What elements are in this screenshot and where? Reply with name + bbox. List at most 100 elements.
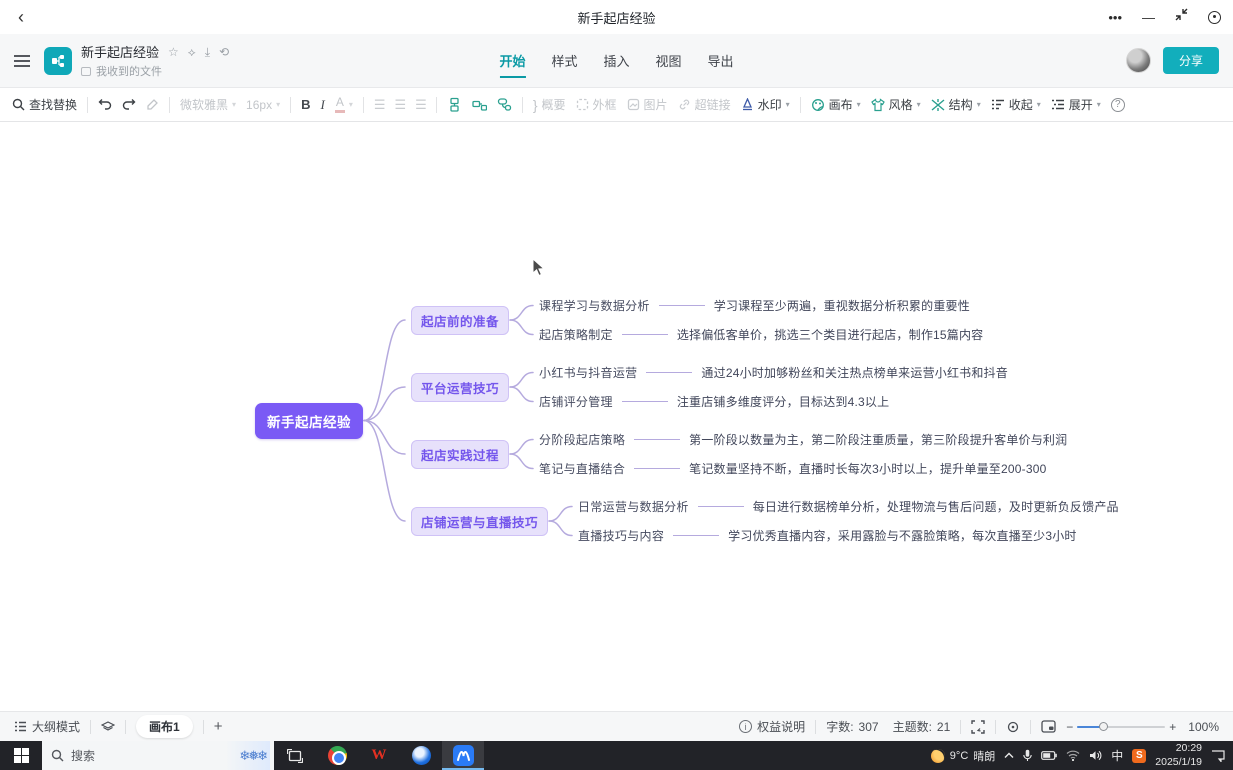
- mindmap-child-row: 店铺评分管理 注重店铺多维度评分，目标达到4.3以上: [539, 387, 1008, 416]
- more-menu-icon[interactable]: •••: [1108, 11, 1122, 24]
- locate-center-icon[interactable]: [1006, 720, 1020, 734]
- subtopic-label[interactable]: 分阶段起店策略: [539, 431, 625, 448]
- zoom-slider-thumb[interactable]: [1099, 722, 1108, 731]
- canvas-settings-button[interactable]: 画布▾: [811, 96, 861, 113]
- subtopic-detail[interactable]: 笔记数量坚持不断，直播时长每次3小时以上，提升单量至200-300: [689, 460, 1046, 477]
- user-avatar[interactable]: [1126, 48, 1151, 73]
- subtopic-label[interactable]: 起店策略制定: [539, 326, 613, 343]
- summary-button[interactable]: }概要: [533, 96, 566, 113]
- zoom-slider[interactable]: [1077, 726, 1165, 728]
- structure-button[interactable]: 结构▾: [931, 96, 981, 113]
- find-replace-button[interactable]: 查找替换: [12, 96, 77, 113]
- undo-button[interactable]: [98, 98, 112, 111]
- mindmap-canvas[interactable]: 新手起店经验 起店前的准备 课程学习与数据分析 学习课程至少两遍，重视数据分析积累的重…: [0, 122, 1233, 711]
- insert-topic-icon[interactable]: [447, 97, 462, 112]
- tab-export[interactable]: 导出: [708, 51, 734, 78]
- add-canvas-button[interactable]: +: [214, 718, 223, 735]
- subtopic-detail[interactable]: 学习优秀直播内容，采用露脸与不露脸策略，每次直播至少3小时: [728, 527, 1076, 544]
- subtopic-detail[interactable]: 每日进行数据榜单分析，处理物流与售后问题，及时更新负反馈产品: [753, 498, 1119, 515]
- battery-icon[interactable]: [1041, 751, 1057, 760]
- document-title[interactable]: 新手起店经验: [81, 42, 159, 61]
- share-button[interactable]: 分享: [1163, 47, 1219, 74]
- history-icon[interactable]: ⟲: [219, 46, 229, 58]
- insert-sibling-icon[interactable]: [497, 97, 512, 112]
- tab-view[interactable]: 视图: [656, 51, 682, 78]
- insert-subtopic-icon[interactable]: [472, 97, 487, 112]
- tray-weather[interactable]: 9°C 晴朗: [931, 748, 995, 764]
- taskbar-mindmap-app-icon[interactable]: [442, 741, 484, 770]
- canvas-tab-1[interactable]: 画布1: [136, 715, 193, 738]
- font-size-select[interactable]: 16px▾: [246, 98, 280, 112]
- subtopic-label[interactable]: 日常运营与数据分析: [578, 498, 689, 515]
- tag-icon[interactable]: ⟡: [188, 46, 196, 58]
- wifi-icon[interactable]: [1066, 750, 1080, 761]
- frame-button[interactable]: 外框: [576, 96, 617, 113]
- subtopic-label[interactable]: 直播技巧与内容: [578, 527, 664, 544]
- expand-nodes-button[interactable]: 展开▾: [1051, 96, 1101, 113]
- action-center-icon[interactable]: [1211, 750, 1225, 762]
- subtopic-detail[interactable]: 第一阶段以数量为主，第二阶段注重质量，第三阶段提升客单价与利润: [689, 431, 1067, 448]
- mindmap-branch: 起店实践过程 分阶段起店策略 第一阶段以数量为主，第二阶段注重质量，第三阶段提升客单…: [411, 425, 1119, 483]
- hyperlink-button[interactable]: 超链接: [678, 96, 731, 113]
- zoom-in-button[interactable]: +: [1169, 720, 1176, 734]
- microphone-icon[interactable]: [1023, 749, 1032, 762]
- weather-snow-graphic[interactable]: ❄❅❄: [225, 741, 270, 770]
- tab-insert[interactable]: 插入: [603, 51, 629, 78]
- subtopic-detail[interactable]: 学习课程至少两遍，重视数据分析积累的重要性: [714, 297, 970, 314]
- taskbar-wps-icon[interactable]: W: [358, 741, 400, 770]
- style-theme-button[interactable]: 风格▾: [871, 96, 921, 113]
- font-color-button[interactable]: A▾: [335, 96, 353, 112]
- taskbar-browser-icon[interactable]: [400, 741, 442, 770]
- branch-topic[interactable]: 店铺运营与直播技巧: [411, 507, 548, 536]
- taskbar-search-input[interactable]: 搜索 ❄❅❄: [42, 741, 274, 770]
- tab-start[interactable]: 开始: [499, 51, 525, 78]
- image-button[interactable]: 图片: [627, 96, 668, 113]
- favorite-star-icon[interactable]: ☆: [168, 46, 179, 58]
- sogou-input-icon[interactable]: S: [1132, 749, 1146, 763]
- minimize-icon[interactable]: —: [1142, 11, 1155, 24]
- redo-button[interactable]: [122, 98, 136, 111]
- taskbar-chrome-icon[interactable]: [316, 741, 358, 770]
- watermark-button[interactable]: 水印▾: [741, 96, 790, 113]
- italic-button[interactable]: I: [320, 97, 324, 113]
- subtopic-label[interactable]: 笔记与直播结合: [539, 460, 625, 477]
- main-menu-icon[interactable]: [14, 55, 30, 67]
- fit-screen-icon[interactable]: [971, 720, 985, 734]
- align-right-icon[interactable]: ☰: [415, 97, 426, 113]
- align-left-icon[interactable]: ☰: [374, 97, 385, 113]
- app-logo-icon[interactable]: [44, 47, 72, 75]
- layers-icon[interactable]: [101, 721, 115, 733]
- branch-topic[interactable]: 平台运营技巧: [411, 373, 509, 402]
- zoom-out-button[interactable]: −: [1066, 720, 1073, 734]
- subtopic-detail[interactable]: 注重店铺多维度评分，目标达到4.3以上: [677, 393, 889, 410]
- help-icon[interactable]: ?: [1111, 98, 1125, 112]
- rights-info-button[interactable]: i 权益说明: [739, 718, 805, 735]
- subtopic-detail[interactable]: 选择偏低客单价，挑选三个类目进行起店，制作15篇内容: [677, 326, 984, 343]
- tray-clock[interactable]: 20:29 2025/1/19: [1155, 742, 1202, 768]
- task-view-button[interactable]: [274, 741, 316, 770]
- hidden-icons-chevron[interactable]: [1004, 752, 1014, 759]
- minimap-icon[interactable]: [1041, 720, 1056, 733]
- ime-indicator[interactable]: 中: [1111, 747, 1123, 764]
- collapse-nodes-button[interactable]: 收起▾: [991, 96, 1041, 113]
- subtopic-label[interactable]: 店铺评分管理: [539, 393, 613, 410]
- windows-start-button[interactable]: [0, 741, 42, 770]
- root-topic[interactable]: 新手起店经验: [255, 403, 363, 439]
- align-center-icon[interactable]: ☰: [395, 97, 406, 113]
- restore-icon[interactable]: [1175, 8, 1188, 26]
- branch-topic[interactable]: 起店前的准备: [411, 306, 509, 335]
- bold-button[interactable]: B: [301, 97, 310, 112]
- subtopic-label[interactable]: 课程学习与数据分析: [539, 297, 650, 314]
- download-icon[interactable]: ⤓: [205, 46, 210, 58]
- branch-topic[interactable]: 起店实践过程: [411, 440, 509, 469]
- subtopic-detail[interactable]: 通过24小时加够粉丝和关注热点榜单来运营小红书和抖音: [701, 364, 1008, 381]
- font-name-select[interactable]: 微软雅黑▾: [180, 96, 236, 113]
- outline-mode-button[interactable]: 大纲模式: [14, 718, 80, 735]
- volume-icon[interactable]: [1089, 750, 1102, 761]
- tab-style[interactable]: 样式: [551, 51, 577, 78]
- document-location[interactable]: 我收到的文件: [81, 63, 229, 79]
- record-icon[interactable]: [1208, 11, 1221, 24]
- subtopic-label[interactable]: 小红书与抖音运营: [539, 364, 637, 381]
- branch-children: 课程学习与数据分析 学习课程至少两遍，重视数据分析积累的重要性起店策略制定 选择偏低…: [539, 291, 983, 349]
- format-painter-icon[interactable]: [146, 98, 159, 111]
